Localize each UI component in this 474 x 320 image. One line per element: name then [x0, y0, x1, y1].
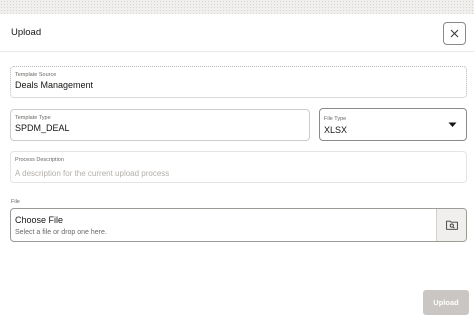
template-type-field[interactable]: Template Type SPDM_DEAL: [10, 109, 310, 141]
template-source-value: Deals Management: [15, 80, 94, 90]
template-source-label: Template Source: [15, 72, 57, 78]
file-hint: Select a file or drop one here.: [15, 229, 107, 236]
chevron-down-icon: [448, 122, 457, 127]
dialog-title: Upload: [11, 27, 42, 38]
folder-search-icon: [445, 220, 458, 230]
upload-button[interactable]: Upload: [423, 290, 469, 315]
file-type-label: File Type: [324, 116, 347, 122]
process-description-label: Process Description: [15, 157, 64, 163]
browse-file-button[interactable]: [436, 209, 466, 241]
choose-file-label: Choose File: [15, 215, 64, 225]
template-source-field[interactable]: Template Source Deals Management: [10, 66, 467, 98]
template-type-value: SPDM_DEAL: [15, 123, 70, 133]
window-top-strip: [0, 0, 474, 14]
template-type-label: Template Type: [15, 115, 51, 121]
process-description-placeholder: A description for the current upload pro…: [15, 169, 170, 178]
file-dropzone[interactable]: Choose File Select a file or drop one he…: [10, 208, 467, 242]
file-label: File: [11, 199, 20, 205]
dialog-header: Upload: [0, 14, 474, 52]
file-type-select[interactable]: File Type XLSX: [319, 108, 467, 141]
process-description-field[interactable]: Process Description A description for th…: [10, 151, 467, 183]
file-type-value: XLSX: [324, 125, 348, 135]
close-icon: [450, 29, 459, 38]
close-button[interactable]: [443, 22, 466, 45]
